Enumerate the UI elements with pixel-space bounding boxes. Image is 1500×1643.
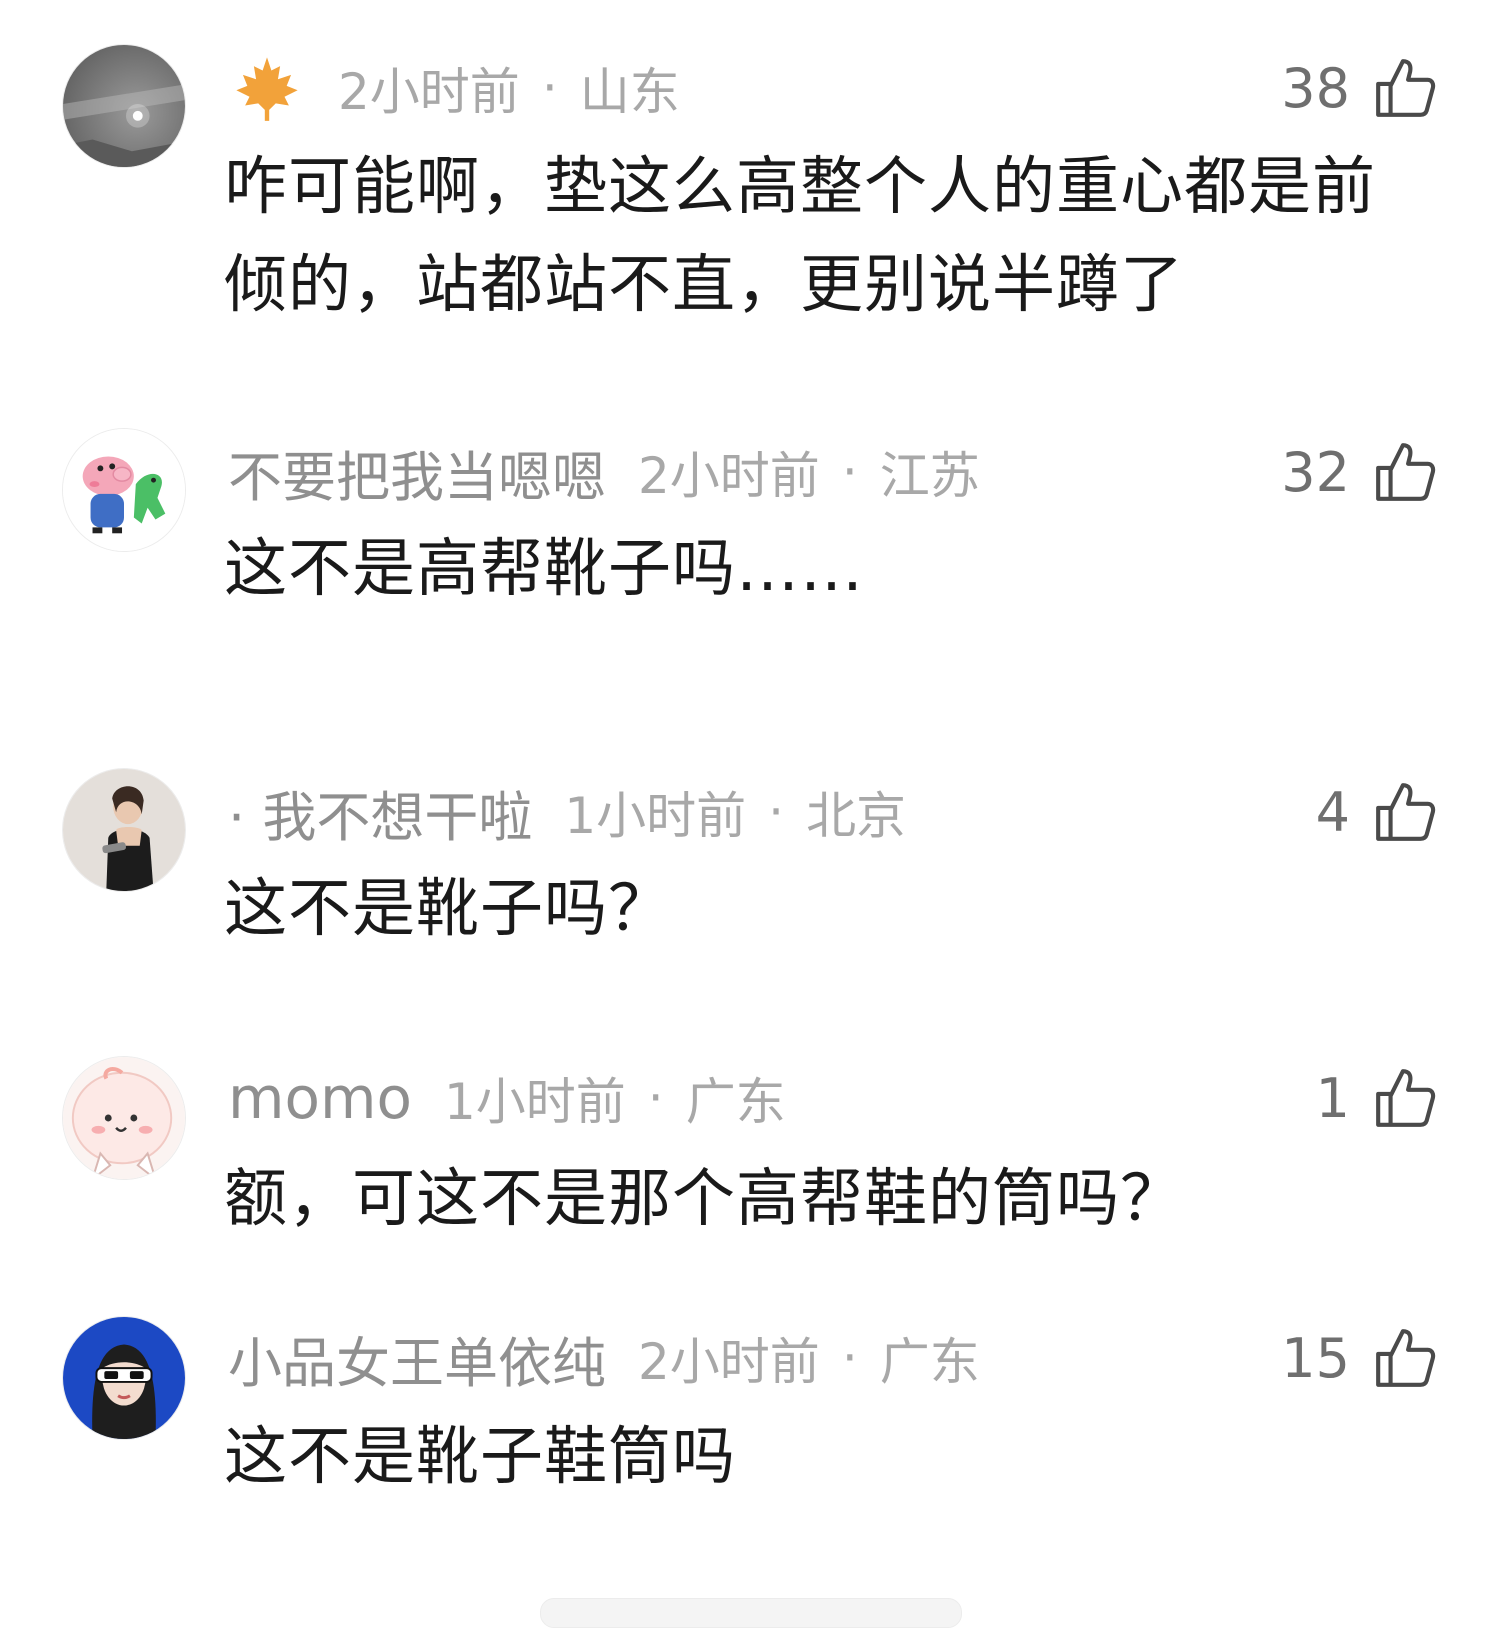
comment-time: 1小时前 bbox=[564, 787, 747, 845]
comment-text: 这不是靴子吗？ bbox=[224, 872, 672, 945]
comment-text: 咋可能啊，垫这么高整个人的重心都是前倾的，站都站不直，更别说半蹲了 bbox=[224, 150, 1376, 321]
comment-meta: 2小时前 · 山东 bbox=[228, 48, 680, 128]
comment-region: 广东 bbox=[879, 1333, 980, 1391]
comment-meta: 小品女王单依纯 2小时前 · 广东 bbox=[228, 1318, 980, 1398]
comment-text: 额，可这不是那个高帮鞋的筒吗？ bbox=[224, 1162, 1184, 1235]
username[interactable]: · 我不想干啦 bbox=[228, 773, 532, 852]
meta-separator: · bbox=[841, 1329, 858, 1387]
like-button[interactable]: 4 bbox=[1316, 772, 1438, 852]
comment-meta: 不要把我当嗯嗯 2小时前 · 江苏 bbox=[228, 432, 980, 512]
like-count: 32 bbox=[1281, 440, 1350, 504]
avatar[interactable] bbox=[62, 1056, 186, 1180]
avatar[interactable] bbox=[62, 768, 186, 892]
thumbs-up-icon[interactable] bbox=[1372, 1065, 1438, 1131]
avatar[interactable] bbox=[62, 1316, 186, 1440]
like-count: 15 bbox=[1281, 1326, 1350, 1390]
like-button[interactable]: 15 bbox=[1281, 1318, 1438, 1398]
comment-meta: momo 1小时前 · 广东 bbox=[228, 1058, 786, 1138]
like-button[interactable]: 32 bbox=[1281, 432, 1438, 512]
username[interactable]: momo bbox=[228, 1064, 412, 1132]
thumbs-up-icon[interactable] bbox=[1372, 55, 1438, 121]
like-button[interactable]: 38 bbox=[1281, 48, 1438, 128]
meta-separator: · bbox=[647, 1069, 664, 1127]
comment-time: 2小时前 bbox=[638, 447, 820, 505]
comment-region: 广东 bbox=[685, 1073, 786, 1131]
comment-time: 1小时前 bbox=[443, 1073, 626, 1131]
username[interactable]: 小品女王单依纯 bbox=[228, 1319, 606, 1398]
thumbs-up-icon[interactable] bbox=[1372, 439, 1438, 505]
avatar[interactable] bbox=[62, 428, 186, 552]
like-count: 4 bbox=[1315, 780, 1350, 844]
like-count: 1 bbox=[1315, 1066, 1350, 1130]
username[interactable]: 不要把我当嗯嗯 bbox=[228, 433, 606, 512]
meta-separator: · bbox=[541, 59, 558, 117]
comment-time: 2小时前 bbox=[338, 63, 520, 121]
comment-meta: · 我不想干啦 1小时前 · 北京 bbox=[228, 772, 906, 852]
comment-region: 江苏 bbox=[879, 447, 980, 505]
comment-time: 2小时前 bbox=[638, 1333, 820, 1391]
bottom-indicator bbox=[540, 1598, 962, 1628]
like-count: 38 bbox=[1281, 56, 1350, 120]
comment-region: 山东 bbox=[579, 63, 680, 121]
like-button[interactable]: 1 bbox=[1316, 1058, 1438, 1138]
thumbs-up-icon[interactable] bbox=[1372, 1325, 1438, 1391]
comment-text: 这不是靴子鞋筒吗 bbox=[224, 1420, 736, 1493]
thumbs-up-icon[interactable] bbox=[1372, 779, 1438, 845]
meta-separator: · bbox=[841, 443, 858, 501]
comment-region: 北京 bbox=[806, 787, 907, 845]
meta-separator: · bbox=[768, 783, 785, 841]
maple-leaf-icon bbox=[232, 53, 302, 123]
comment-text: 这不是高帮靴子吗…… bbox=[224, 532, 864, 605]
avatar[interactable] bbox=[62, 44, 186, 168]
